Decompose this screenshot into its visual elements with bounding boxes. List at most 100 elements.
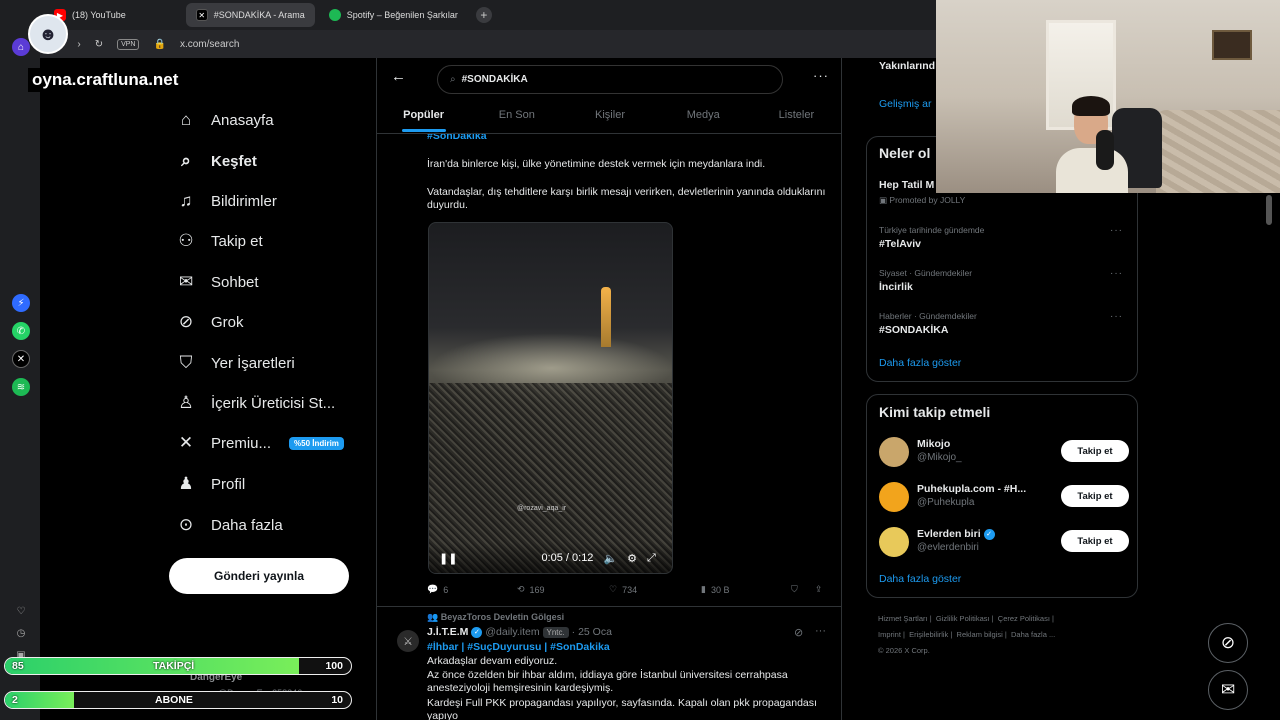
- nav-more[interactable]: ⊙ Daha fazla: [175, 515, 283, 535]
- url-field[interactable]: x.com/search: [180, 39, 239, 50]
- grok-icon[interactable]: ⊘: [794, 626, 803, 639]
- tab-latest[interactable]: En Son: [470, 102, 563, 132]
- more-options-icon[interactable]: ···: [815, 625, 826, 637]
- x-sidebar-icon[interactable]: ✕: [12, 350, 30, 368]
- nav-home[interactable]: ⌂ Anasayfa: [175, 110, 274, 130]
- follow-suggestion[interactable]: Mikojo @Mikojo_ Takip et: [879, 435, 1129, 469]
- browser-tab-spotify[interactable]: Spotify – Beğenilen Şarkılar: [319, 3, 468, 27]
- footer-link[interactable]: Erişilebilirlik: [909, 630, 948, 639]
- suggestion-handle: @Puhekupla: [917, 497, 975, 508]
- tab-label: #SONDAKİKA - Arama: [213, 10, 305, 20]
- tab-media[interactable]: Medya: [657, 102, 750, 132]
- heart-icon[interactable]: ♡: [12, 602, 30, 620]
- post2-tags[interactable]: #İhbar | #SuçDuyurusu | #SonDakika: [427, 641, 832, 654]
- repost-icon: ⟲: [517, 584, 525, 594]
- subs-current: 2: [12, 694, 18, 706]
- nav-premium[interactable]: ✕ Premiu... %50 İndirim: [175, 433, 344, 453]
- trend-more-icon[interactable]: ···: [1110, 268, 1123, 279]
- footer-link[interactable]: Hizmet Şartları: [878, 614, 928, 623]
- search-icon: ⌕: [181, 151, 191, 170]
- new-tab-button[interactable]: +: [475, 7, 492, 23]
- post-button[interactable]: Gönderi yayınla: [169, 558, 349, 594]
- nav-label: Grok: [211, 313, 244, 331]
- footer-link[interactable]: Imprint: [878, 630, 901, 639]
- more-options-icon[interactable]: ···: [813, 68, 829, 83]
- search-input[interactable]: ⌕ #SONDAKİKA: [437, 65, 783, 94]
- avatar[interactable]: [879, 527, 909, 557]
- trend-name[interactable]: #SONDAKİKA: [879, 324, 948, 336]
- views-button[interactable]: ▮ 30 B: [701, 584, 791, 595]
- post-video[interactable]: @rozavi_aqa_ir ❚❚ 0:05 / 0:12 🔈 ⚙ ⤢: [428, 222, 673, 574]
- follow-suggestion[interactable]: Evlerden biri ✓ @evlerdenbiri Takip et: [879, 525, 1129, 559]
- follow-button[interactable]: Takip et: [1061, 530, 1129, 552]
- author-handle[interactable]: @daily.item: [485, 626, 539, 638]
- copyright: © 2026 X Corp.: [878, 646, 930, 655]
- mascot-avatar: ☻: [28, 14, 68, 54]
- trend-more-icon[interactable]: ···: [1110, 311, 1123, 322]
- video-controls: ❚❚ 0:05 / 0:12 🔈 ⚙ ⤢: [429, 543, 672, 573]
- search-icon: ⌕: [450, 74, 456, 85]
- avatar[interactable]: [879, 437, 909, 467]
- tab-popular[interactable]: Popüler: [377, 102, 470, 132]
- nav-bookmarks[interactable]: ⛉ Yer İşaretleri: [175, 353, 295, 373]
- messenger-icon[interactable]: ⚡: [12, 294, 30, 312]
- repost-button[interactable]: ⟲ 169: [517, 584, 609, 595]
- messages-fab-button[interactable]: ✉: [1208, 670, 1248, 710]
- footer-link[interactable]: Reklam bilgisi: [957, 630, 1003, 639]
- volume-icon[interactable]: 🔈: [603, 552, 617, 565]
- subs-goal-bar: 2 ABONE 10: [4, 691, 352, 709]
- settings-icon[interactable]: ⚙: [627, 552, 637, 565]
- author-name[interactable]: J.İ.T.E.M: [427, 626, 468, 638]
- follow-button[interactable]: Takip et: [1061, 485, 1129, 507]
- page-scrollbar[interactable]: [1266, 195, 1272, 225]
- trends-show-more[interactable]: Daha fazla göster: [879, 357, 961, 369]
- advanced-search-link[interactable]: Gelişmiş ar: [879, 98, 932, 110]
- fullscreen-icon[interactable]: ⤢: [647, 552, 656, 565]
- bookmark-button[interactable]: ⛉: [791, 584, 815, 595]
- post-text-line: Arkadaşlar devam ediyoruz.: [427, 655, 558, 667]
- post-date[interactable]: · 25 Oca: [572, 626, 612, 638]
- pause-icon[interactable]: ❚❚: [439, 552, 457, 565]
- promoted-trend-name[interactable]: Hep Tatil M: [879, 179, 934, 191]
- grok-fab-button[interactable]: ⊘: [1208, 623, 1248, 663]
- trend-more-icon[interactable]: ···: [1110, 225, 1123, 236]
- like-button[interactable]: ♡ 734: [609, 584, 701, 595]
- who-show-more[interactable]: Daha fazla göster: [879, 573, 961, 585]
- footer-link[interactable]: Çerez Politikası: [998, 614, 1050, 623]
- footer-link[interactable]: Gizlilik Politikası: [936, 614, 990, 623]
- premium-discount-badge: %50 İndirim: [289, 436, 344, 450]
- like-count: 734: [622, 584, 638, 595]
- share-button[interactable]: ⇪: [815, 584, 823, 595]
- vpn-badge[interactable]: VPN: [117, 38, 140, 50]
- forward-icon[interactable]: ›: [77, 39, 80, 50]
- tab-people[interactable]: Kişiler: [563, 102, 656, 132]
- reload-icon[interactable]: ↻: [95, 39, 103, 50]
- x-logo-icon: ✕: [178, 433, 194, 452]
- tab-lists[interactable]: Listeler: [750, 102, 841, 132]
- footer-link[interactable]: Daha fazla ...: [1011, 630, 1055, 639]
- browser-tab-x-search[interactable]: ✕ #SONDAKİKA - Arama: [185, 3, 315, 27]
- nav-follow[interactable]: ⚇ Takip et: [175, 231, 262, 251]
- post2-avatar[interactable]: ⚔: [397, 630, 419, 652]
- whatsapp-icon[interactable]: ✆: [12, 322, 30, 340]
- partial-location-text: Yakınlarınd: [879, 60, 936, 72]
- follow-button[interactable]: Takip et: [1061, 440, 1129, 462]
- back-arrow-icon[interactable]: ←: [391, 68, 406, 85]
- nav-profile[interactable]: ♟ Profil: [175, 474, 245, 494]
- avatar[interactable]: [879, 482, 909, 512]
- nav-chat[interactable]: ✉ Sohbet: [175, 272, 259, 292]
- home-sidebar-icon[interactable]: ⌂: [12, 38, 30, 56]
- reply-button[interactable]: 💬 6: [427, 584, 517, 595]
- nav-notifications[interactable]: ♫ Bildirimler: [175, 191, 277, 211]
- trend-name[interactable]: #TelAviv: [879, 238, 921, 250]
- verified-icon: ✓: [471, 626, 483, 638]
- nav-grok[interactable]: ⊘ Grok: [175, 312, 244, 332]
- history-icon[interactable]: ◷: [12, 624, 30, 642]
- follow-suggestion[interactable]: Puhekupla.com - #H... @Puhekupla Takip e…: [879, 480, 1129, 514]
- view-count: 30 B: [710, 584, 730, 595]
- nav-creator-studio[interactable]: ♙ İçerik Üreticisi St...: [175, 393, 335, 413]
- trend-name[interactable]: İncirlik: [879, 281, 913, 293]
- x-icon: ✕: [195, 9, 208, 21]
- spotify-sidebar-icon[interactable]: ≋: [12, 378, 30, 396]
- nav-explore[interactable]: ⌕ Keşfet: [175, 151, 257, 171]
